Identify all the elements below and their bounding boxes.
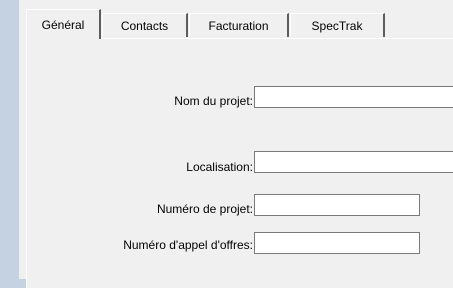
localisation-input[interactable]	[254, 151, 453, 173]
tab-contacts-label: Contacts	[120, 19, 169, 33]
nom-du-projet-label: Nom du projet:	[174, 94, 253, 108]
general-tab-panel: Nom du projet: Localisation: Numéro de p…	[26, 38, 453, 288]
numero-de-projet-input[interactable]	[254, 194, 420, 216]
tab-spectrak-label: SpecTrak	[311, 19, 363, 33]
localisation-label: Localisation:	[186, 160, 253, 174]
nom-du-projet-input[interactable]	[254, 86, 453, 108]
tab-facturation[interactable]: Facturation	[189, 13, 289, 37]
tab-general-label: Général	[41, 18, 85, 32]
numero-de-projet-label: Numéro de projet:	[156, 202, 253, 216]
tab-spectrak[interactable]: SpecTrak	[290, 13, 385, 37]
tab-general[interactable]: Général	[26, 9, 101, 39]
tab-contacts[interactable]: Contacts	[102, 13, 188, 37]
numero-appel-offres-label: Numéro d'appel d'offres:	[123, 238, 253, 252]
tab-facturation-label: Facturation	[208, 19, 269, 33]
numero-appel-offres-input[interactable]	[254, 232, 420, 254]
project-properties-dialog: Général Contacts Facturation SpecTrak No…	[19, 0, 453, 288]
